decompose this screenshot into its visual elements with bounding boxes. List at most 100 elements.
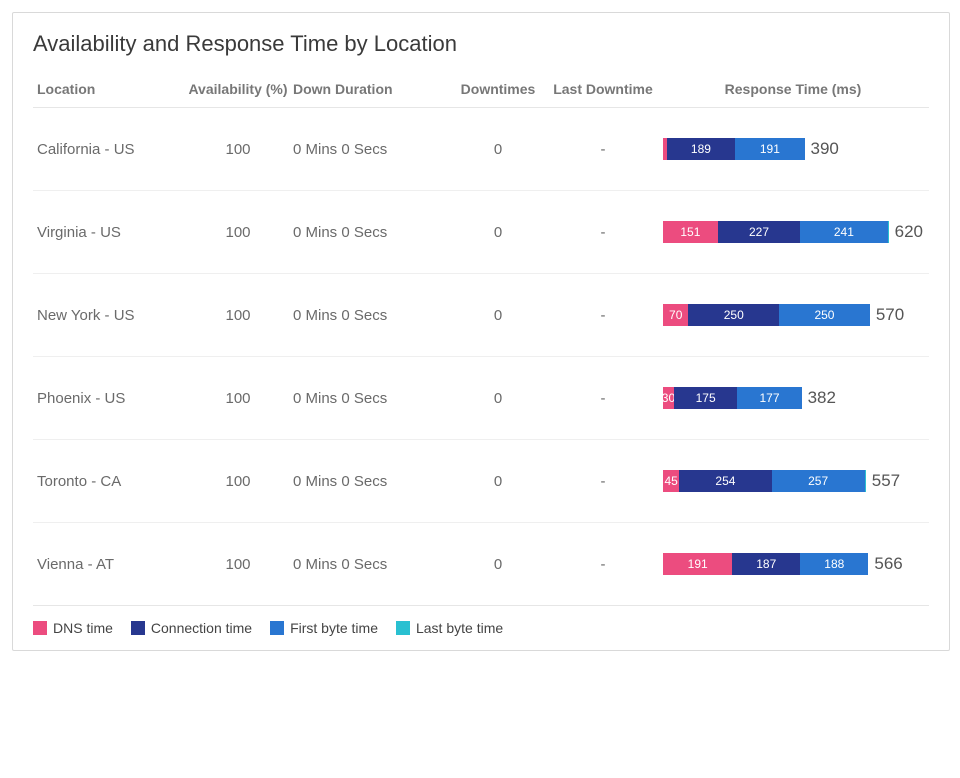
cell-response-time: 30175177 382 [653, 387, 923, 409]
table-header: Location Availability (%) Down Duration … [33, 75, 929, 108]
stacked-bar: 70250250 [663, 304, 870, 326]
stacked-bar: 151227241 [663, 221, 889, 243]
cell-downtimes: 0 [443, 224, 553, 241]
cell-availability: 100 [183, 141, 293, 158]
cell-response-time: 189191 390 [653, 138, 923, 160]
cell-down-duration: 0 Mins 0 Secs [293, 141, 443, 158]
availability-panel: Availability and Response Time by Locati… [12, 12, 950, 651]
stacked-bar: 30175177 [663, 387, 802, 409]
bar-segment-first-byte: 250 [779, 304, 870, 326]
bar-segment-connection: 250 [688, 304, 779, 326]
swatch-connection-icon [131, 621, 145, 635]
legend-label-dns: DNS time [53, 620, 113, 636]
bar-segment-first-byte: 177 [737, 387, 801, 409]
cell-availability: 100 [183, 556, 293, 573]
cell-last-downtime: - [553, 556, 653, 573]
response-time-total: 570 [876, 305, 904, 325]
cell-down-duration: 0 Mins 0 Secs [293, 473, 443, 490]
legend-label-last-byte: Last byte time [416, 620, 503, 636]
bar-segment-connection: 189 [667, 138, 736, 160]
stacked-bar: 189191 [663, 138, 805, 160]
cell-down-duration: 0 Mins 0 Secs [293, 224, 443, 241]
col-header-availability: Availability (%) [183, 81, 293, 97]
response-time-bar: 30175177 382 [663, 387, 923, 409]
stacked-bar: 191187188 [663, 553, 868, 575]
bar-segment-dns: 191 [663, 553, 732, 575]
table-row: California - US1000 Mins 0 Secs0-189191 3… [33, 108, 929, 191]
bar-segment-connection: 187 [732, 553, 800, 575]
cell-location: Virginia - US [33, 224, 183, 241]
table-row: Virginia - US1000 Mins 0 Secs0-151227241… [33, 191, 929, 274]
bar-segment-connection: 175 [674, 387, 738, 409]
col-header-down-duration: Down Duration [293, 81, 443, 97]
col-header-downtimes: Downtimes [443, 81, 553, 97]
bar-segment-last-byte [888, 221, 889, 243]
legend-item-dns: DNS time [33, 620, 113, 636]
cell-last-downtime: - [553, 390, 653, 407]
response-time-bar: 45254257 557 [663, 470, 923, 492]
cell-down-duration: 0 Mins 0 Secs [293, 307, 443, 324]
cell-last-downtime: - [553, 224, 653, 241]
legend-item-connection: Connection time [131, 620, 252, 636]
col-header-location: Location [33, 81, 183, 97]
cell-location: Phoenix - US [33, 390, 183, 407]
cell-downtimes: 0 [443, 307, 553, 324]
cell-location: California - US [33, 141, 183, 158]
bar-segment-connection: 254 [679, 470, 771, 492]
cell-last-downtime: - [553, 141, 653, 158]
table-row: New York - US1000 Mins 0 Secs0-702502505… [33, 274, 929, 357]
cell-location: Toronto - CA [33, 473, 183, 490]
cell-down-duration: 0 Mins 0 Secs [293, 556, 443, 573]
response-time-bar: 70250250570 [663, 304, 923, 326]
cell-last-downtime: - [553, 473, 653, 490]
cell-response-time: 70250250570 [653, 304, 923, 326]
bar-segment-dns: 70 [663, 304, 688, 326]
legend-item-last-byte: Last byte time [396, 620, 503, 636]
bar-segment-dns: 45 [663, 470, 679, 492]
cell-downtimes: 0 [443, 141, 553, 158]
col-header-last-downtime: Last Downtime [553, 81, 653, 97]
response-time-total: 566 [874, 554, 902, 574]
response-time-bar: 151227241 620 [663, 221, 923, 243]
cell-location: Vienna - AT [33, 556, 183, 573]
cell-downtimes: 0 [443, 390, 553, 407]
response-time-total: 390 [811, 139, 839, 159]
cell-downtimes: 0 [443, 473, 553, 490]
cell-down-duration: 0 Mins 0 Secs [293, 390, 443, 407]
cell-last-downtime: - [553, 307, 653, 324]
page-title: Availability and Response Time by Locati… [33, 31, 929, 57]
response-time-total: 557 [872, 471, 900, 491]
bar-segment-first-byte: 241 [800, 221, 887, 243]
swatch-last-byte-icon [396, 621, 410, 635]
response-time-total: 382 [808, 388, 836, 408]
bar-segment-first-byte: 191 [735, 138, 804, 160]
table-row: Toronto - CA1000 Mins 0 Secs0-45254257 55… [33, 440, 929, 523]
bar-segment-dns: 151 [663, 221, 718, 243]
response-time-bar: 191187188 566 [663, 553, 923, 575]
bar-segment-dns: 30 [663, 387, 674, 409]
legend-item-first-byte: First byte time [270, 620, 378, 636]
table-row: Vienna - AT1000 Mins 0 Secs0-191187188 56… [33, 523, 929, 606]
cell-response-time: 45254257 557 [653, 470, 923, 492]
table-row: Phoenix - US1000 Mins 0 Secs0-30175177 38… [33, 357, 929, 440]
bar-segment-last-byte [865, 470, 866, 492]
swatch-first-byte-icon [270, 621, 284, 635]
cell-downtimes: 0 [443, 556, 553, 573]
bar-segment-first-byte: 257 [772, 470, 865, 492]
cell-availability: 100 [183, 473, 293, 490]
chart-legend: DNS time Connection time First byte time… [33, 620, 929, 636]
legend-label-first-byte: First byte time [290, 620, 378, 636]
col-header-response-time: Response Time (ms) [653, 81, 923, 97]
cell-availability: 100 [183, 390, 293, 407]
table-body: California - US1000 Mins 0 Secs0-1891913… [33, 108, 929, 606]
swatch-dns-icon [33, 621, 47, 635]
bar-segment-first-byte: 188 [800, 553, 868, 575]
cell-availability: 100 [183, 224, 293, 241]
cell-response-time: 151227241 620 [653, 221, 923, 243]
cell-availability: 100 [183, 307, 293, 324]
legend-label-connection: Connection time [151, 620, 252, 636]
response-time-bar: 189191 390 [663, 138, 923, 160]
cell-location: New York - US [33, 307, 183, 324]
response-time-total: 620 [895, 222, 923, 242]
bar-segment-connection: 227 [718, 221, 800, 243]
